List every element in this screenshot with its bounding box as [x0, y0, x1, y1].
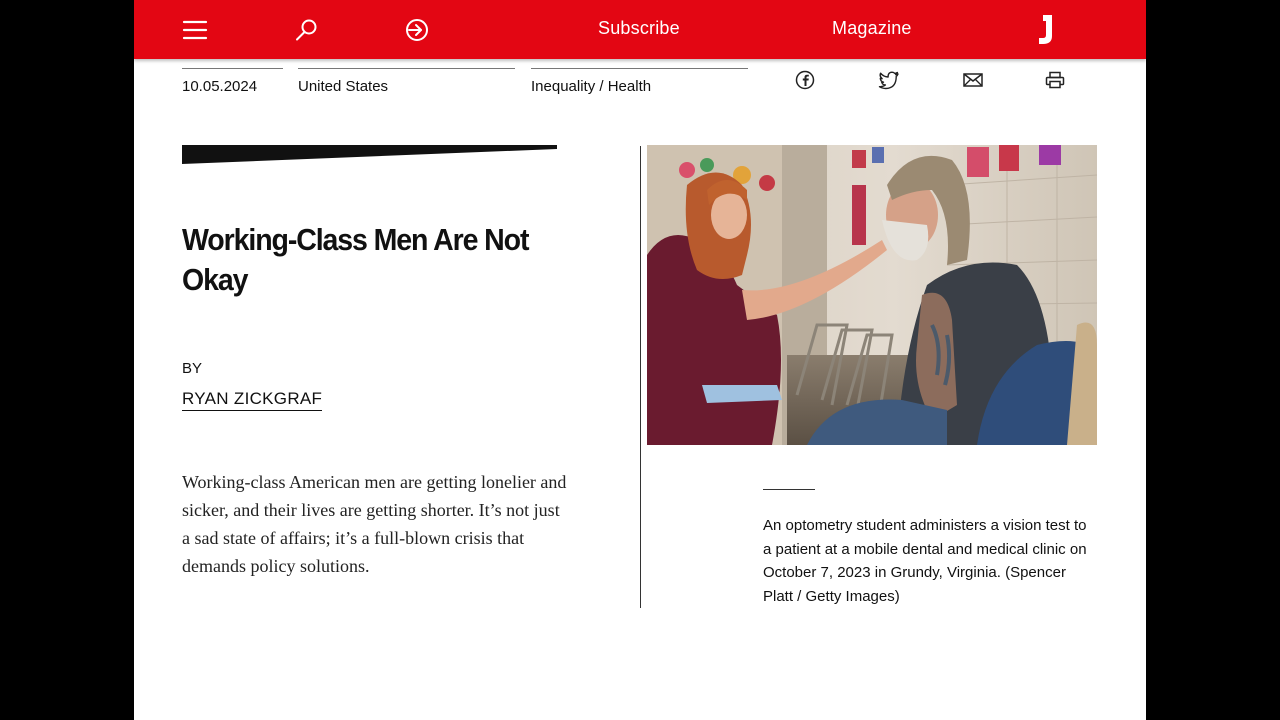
decorative-slash — [182, 145, 557, 164]
magazine-link[interactable]: Magazine — [832, 18, 912, 39]
meta-topics: Inequality / Health — [531, 68, 748, 99]
photo-caption: An optometry student administers a visio… — [763, 517, 1087, 605]
article-photo[interactable] — [647, 145, 1097, 445]
column-divider — [640, 146, 641, 608]
login-icon[interactable] — [404, 17, 430, 43]
print-icon[interactable] — [1044, 70, 1066, 90]
article-topics[interactable]: Inequality / Health — [531, 78, 651, 95]
twitter-icon[interactable] — [878, 70, 900, 90]
search-icon[interactable] — [294, 17, 320, 43]
article-dek: Working-class American men are getting l… — [182, 472, 567, 576]
subscribe-link[interactable]: Subscribe — [598, 18, 680, 39]
article-page: Subscribe Magazine 10.05.2024 United Sta… — [134, 0, 1146, 720]
meta-location: United States — [298, 68, 515, 99]
top-nav-bar: Subscribe Magazine — [134, 0, 1146, 59]
article-location[interactable]: United States — [298, 78, 388, 95]
author-link[interactable]: RYAN ZICKGRAF — [182, 389, 323, 411]
facebook-icon[interactable] — [794, 70, 816, 90]
byline-label: BY — [182, 360, 203, 377]
jacobin-logo[interactable] — [1034, 10, 1058, 48]
email-icon[interactable] — [962, 70, 984, 90]
menu-icon[interactable] — [182, 17, 208, 43]
meta-date: 10.05.2024 — [182, 68, 283, 99]
article-date: 10.05.2024 — [182, 78, 258, 95]
article-title: Working-Class Men Are Not Okay — [182, 222, 529, 297]
caption-rule — [763, 489, 815, 490]
